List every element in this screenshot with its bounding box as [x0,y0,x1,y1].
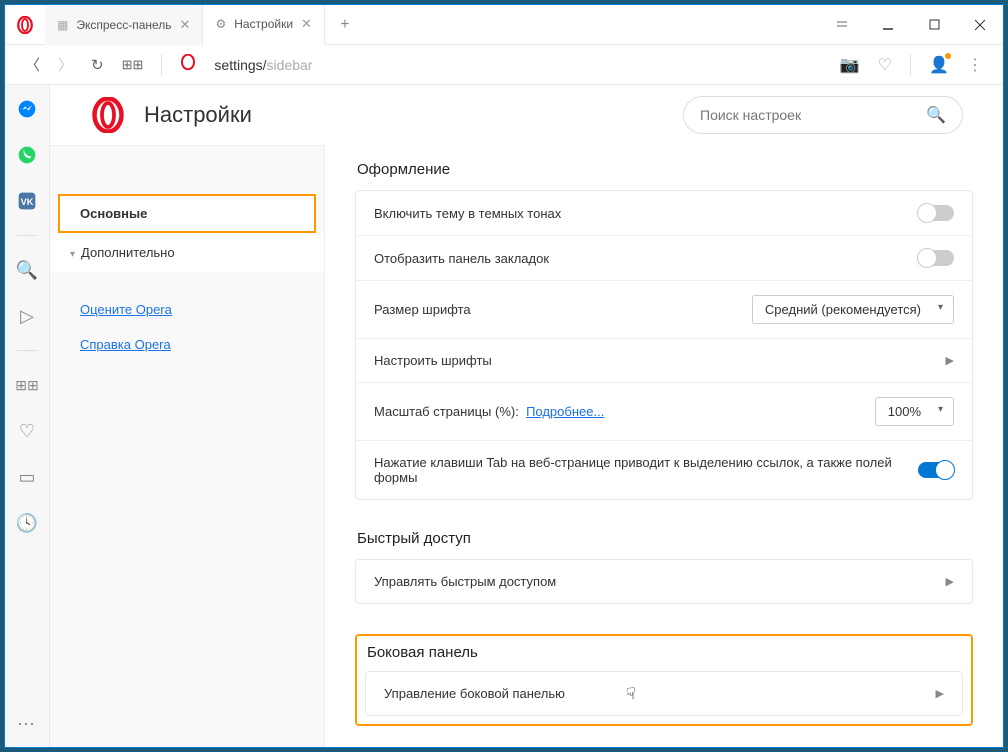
row-label: Включить тему в темных тонах [374,206,906,221]
search-field[interactable]: 🔍 [683,96,963,134]
zoom-more-link[interactable]: Подробнее... [526,404,604,419]
sidebar-more-icon[interactable]: ⋯ [17,714,37,735]
close-icon[interactable]: ✕ [301,16,312,32]
tab-label: Настройки [234,17,293,31]
cursor-icon: ☟ [626,684,636,704]
reload-button[interactable]: ↻ [91,56,104,74]
address-field[interactable]: settings/sidebar [214,57,821,73]
row-label: Управлять быстрым доступом [374,574,934,589]
row-page-zoom: Масштаб страницы (%): Подробнее... 100% [356,383,972,441]
tab-speed-dial[interactable]: ▦ Экспресс-панель ✕ [45,5,203,45]
forward-button[interactable]: 〉 [58,54,73,75]
address-bar: 〈 〉 ↻ ⊞⊞ settings/sidebar 📷 ♡ 👤 ⋮ [5,45,1003,85]
tab-label: Экспресс-панель [76,18,171,32]
nav-rate[interactable]: Оцените Opera [50,292,324,327]
row-font-size: Размер шрифта Средний (рекомендуется) [356,281,972,339]
nav-help[interactable]: Справка Opera [50,327,324,362]
site-icon [180,54,196,75]
settings-panel: Оформление Включить тему в темных тонах … [325,145,1003,747]
back-button[interactable]: 〈 [25,54,40,75]
profile-icon[interactable]: 👤 [929,55,949,75]
messenger-icon[interactable] [15,97,39,121]
nav-advanced[interactable]: Дополнительно [50,233,324,272]
heart-icon[interactable]: ♡ [878,55,892,75]
row-manage-sidebar[interactable]: Управление боковой панелью ☟ ▶ [366,672,962,715]
news-icon[interactable]: ▭ [15,465,39,489]
settings-header: Настройки 🔍 [50,85,1003,145]
font-size-dropdown[interactable]: Средний (рекомендуется) [752,295,954,324]
toggle-bookmarks-bar[interactable] [918,250,954,266]
camera-icon[interactable]: 📷 [840,55,860,75]
row-label: Отобразить панель закладок [374,251,906,266]
opera-menu-icon[interactable] [5,16,45,34]
flow-icon[interactable]: ▷ [15,304,39,328]
row-manage-quick[interactable]: Управлять быстрым доступом ▶ [356,560,972,603]
whatsapp-icon[interactable] [15,143,39,167]
more-icon[interactable]: ⋮ [967,55,983,75]
page-title: Настройки [144,102,665,128]
grid-icon: ▦ [57,18,68,32]
row-label: Масштаб страницы (%): Подробнее... [374,404,863,419]
maximize-button[interactable] [911,5,957,45]
row-bookmarks-bar: Отобразить панель закладок [356,236,972,281]
vk-icon[interactable]: VK [15,189,39,213]
speed-dial-icon[interactable]: ⊞⊞ [122,57,144,73]
row-label: Управление боковой панелью [384,686,924,701]
close-icon[interactable]: ✕ [180,17,191,33]
toggle-tab-highlight[interactable] [918,462,954,478]
menu-icon[interactable] [819,5,865,45]
close-button[interactable] [957,5,1003,45]
minimize-button[interactable] [865,5,911,45]
row-label: Размер шрифта [374,302,740,317]
chevron-right-icon: ▶ [936,687,944,700]
settings-nav: Основные Дополнительно Оцените Opera Спр… [50,145,325,747]
chevron-right-icon: ▶ [946,354,954,367]
search-icon[interactable]: 🔍 [15,258,39,282]
browser-sidebar: VK 🔍 ▷ ⊞⊞ ♡ ▭ 🕓 ⋯ [5,85,50,747]
row-label: Настроить шрифты [374,353,934,368]
chevron-right-icon: ▶ [946,575,954,588]
sidebar-section-highlight: Боковая панель Управление боковой панель… [355,634,973,726]
new-tab-button[interactable]: + [325,5,365,45]
row-label: Нажатие клавиши Tab на веб-странице прив… [374,455,906,485]
bookmarks-icon[interactable]: ♡ [15,419,39,443]
search-input[interactable] [700,107,916,123]
titlebar: ▦ Экспресс-панель ✕ ⚙ Настройки ✕ + [5,5,1003,45]
apps-icon[interactable]: ⊞⊞ [15,373,39,397]
search-icon: 🔍 [926,105,946,125]
toggle-dark-theme[interactable] [918,205,954,221]
svg-text:VK: VK [21,197,34,207]
history-icon[interactable]: 🕓 [15,511,39,535]
sidebar-card: Управление боковой панелью ☟ ▶ [365,671,963,716]
nav-basic[interactable]: Основные [58,194,316,233]
row-customize-fonts[interactable]: Настроить шрифты ▶ [356,339,972,383]
zoom-dropdown[interactable]: 100% [875,397,954,426]
tab-settings[interactable]: ⚙ Настройки ✕ [203,5,325,45]
quick-card: Управлять быстрым доступом ▶ [355,559,973,604]
appearance-card: Включить тему в темных тонах Отобразить … [355,190,973,500]
row-tab-highlight: Нажатие клавиши Tab на веб-странице прив… [356,441,972,499]
section-appearance-title: Оформление [357,161,973,178]
row-dark-theme: Включить тему в темных тонах [356,191,972,236]
opera-logo-icon [90,97,126,133]
section-sidebar-title: Боковая панель [367,644,963,661]
gear-icon: ⚙ [215,17,226,31]
section-quick-title: Быстрый доступ [357,530,973,547]
